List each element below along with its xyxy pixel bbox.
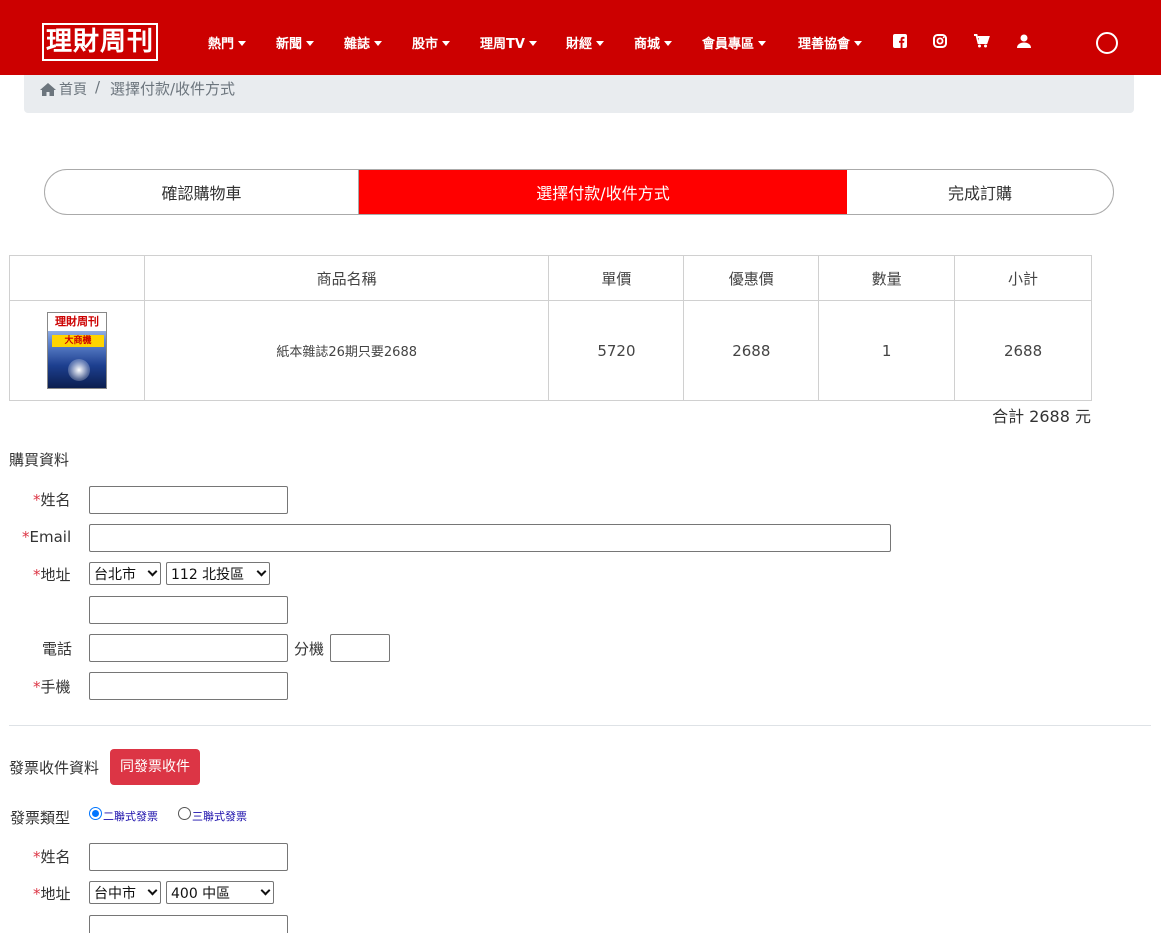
purchase-mobile-input[interactable] xyxy=(89,672,288,700)
col-price: 單價 xyxy=(548,255,685,301)
product-subtotal: 2688 xyxy=(954,300,1092,401)
purchase-phone-label: 電話 xyxy=(42,640,73,658)
product-thumbnail[interactable]: 理財周刊 大商機 xyxy=(46,312,107,389)
invoice-district-select[interactable]: 400 中區 xyxy=(166,881,274,904)
circle-icon[interactable] xyxy=(1096,32,1118,54)
chevron-down-icon xyxy=(147,566,158,577)
col-discount: 優惠價 xyxy=(683,255,820,301)
purchase-ext-input[interactable] xyxy=(330,634,390,662)
invoice-address-label: *地址 xyxy=(33,885,71,903)
nav-tv[interactable]: 理周TV xyxy=(480,33,537,52)
nav-news[interactable]: 新聞 xyxy=(276,33,315,52)
order-total: 合計 2688 元 xyxy=(992,407,1091,426)
invoice-type-duplicate-label[interactable]: 二聯式發票 xyxy=(103,808,158,824)
caret-down-icon xyxy=(596,41,605,46)
instagram-icon[interactable] xyxy=(933,34,949,50)
purchase-ext-label: 分機 xyxy=(294,640,325,658)
invoice-type-triplicate-radio[interactable] xyxy=(178,807,191,820)
chevron-down-icon xyxy=(260,885,271,896)
table-row: 理財周刊 大商機 紙本雜誌26期只要2688 5720 2688 1 2688 xyxy=(9,300,1092,401)
step-complete-order: 完成訂購 xyxy=(947,184,1012,203)
caret-down-icon xyxy=(664,41,673,46)
home-icon[interactable] xyxy=(40,82,56,100)
facebook-icon[interactable] xyxy=(893,34,909,50)
invoice-type-duplicate-radio[interactable] xyxy=(89,807,102,820)
purchase-name-input[interactable] xyxy=(89,486,288,514)
nav-shop[interactable]: 商城 xyxy=(634,33,673,52)
invoice-address-input[interactable] xyxy=(89,915,288,933)
thumb-glow xyxy=(67,359,90,381)
user-icon[interactable] xyxy=(1017,34,1033,50)
table-header-row: 商品名稱 單價 優惠價 數量 小計 xyxy=(9,255,1092,301)
step-payment-shipping: 選擇付款/收件方式 xyxy=(359,170,847,214)
checkout-steps: 確認購物車 選擇付款/收件方式 完成訂購 xyxy=(44,169,1114,215)
caret-down-icon xyxy=(528,41,537,46)
breadcrumb: 首頁 / 選擇付款/收件方式 xyxy=(24,75,1134,113)
section-divider xyxy=(9,725,1151,726)
purchase-email-input[interactable] xyxy=(89,524,891,552)
site-logo[interactable]: 理財周刊 xyxy=(42,23,158,61)
product-image-cell: 理財周刊 大商機 xyxy=(9,300,145,401)
product-quantity: 1 xyxy=(818,300,956,401)
purchase-mobile-label: *手機 xyxy=(33,678,71,696)
purchase-name-label: *姓名 xyxy=(33,491,71,509)
nav-finance[interactable]: 財經 xyxy=(566,33,605,52)
col-image xyxy=(9,255,145,301)
chevron-down-icon xyxy=(256,566,267,577)
col-product-name: 商品名稱 xyxy=(143,255,550,301)
purchase-address-label: *地址 xyxy=(33,566,71,584)
invoice-name-input[interactable] xyxy=(89,843,288,871)
breadcrumb-home-link[interactable]: 首頁 xyxy=(59,79,87,99)
product-discount-price: 2688 xyxy=(683,300,820,401)
invoice-type-label: 發票類型 xyxy=(10,809,71,827)
purchase-city-select[interactable]: 台北市 xyxy=(89,562,161,585)
invoice-name-label: *姓名 xyxy=(33,848,71,866)
caret-down-icon xyxy=(374,41,383,46)
purchase-email-label: *Email xyxy=(22,528,72,546)
breadcrumb-current: 選擇付款/收件方式 xyxy=(110,80,236,98)
nav-hot[interactable]: 熱門 xyxy=(208,33,247,52)
purchase-address-input[interactable] xyxy=(89,596,288,624)
invoice-info-title: 發票收件資料 xyxy=(9,759,100,777)
purchase-phone-input[interactable] xyxy=(89,634,288,662)
breadcrumb-separator: / xyxy=(95,78,101,96)
purchase-district-select[interactable]: 112 北投區 xyxy=(166,562,270,585)
same-as-invoice-button[interactable]: 同發票收件 xyxy=(110,749,200,785)
product-price: 5720 xyxy=(548,300,685,401)
nav-charity[interactable]: 理善協會 xyxy=(798,33,863,52)
cart-table: 商品名稱 單價 優惠價 數量 小計 理財周刊 大商機 紙本雜誌26期只要2688… xyxy=(9,255,1092,401)
thumb-masthead: 理財周刊 xyxy=(47,313,106,331)
col-subtotal: 小計 xyxy=(954,255,1092,301)
caret-down-icon xyxy=(442,41,451,46)
top-navbar: 理財周刊 熱門 新聞 雜誌 股市 理周TV 財經 商城 會員專區 理善協會 xyxy=(0,0,1161,75)
nav-member[interactable]: 會員專區 xyxy=(702,33,767,52)
purchase-info-title: 購買資料 xyxy=(9,451,70,469)
nav-magazine[interactable]: 雜誌 xyxy=(344,33,383,52)
caret-down-icon xyxy=(238,41,247,46)
invoice-city-select[interactable]: 台中市 xyxy=(89,881,161,904)
caret-down-icon xyxy=(306,41,315,46)
cart-icon[interactable] xyxy=(974,34,990,50)
caret-down-icon xyxy=(758,41,767,46)
step-confirm-cart[interactable]: 確認購物車 xyxy=(45,170,359,214)
invoice-type-triplicate-label[interactable]: 三聯式發票 xyxy=(192,808,247,824)
product-name: 紙本雜誌26期只要2688 xyxy=(143,300,550,401)
col-quantity: 數量 xyxy=(818,255,956,301)
nav-stock[interactable]: 股市 xyxy=(412,33,451,52)
chevron-down-icon xyxy=(147,885,158,896)
thumb-headline: 大商機 xyxy=(51,335,104,347)
caret-down-icon xyxy=(854,41,863,46)
